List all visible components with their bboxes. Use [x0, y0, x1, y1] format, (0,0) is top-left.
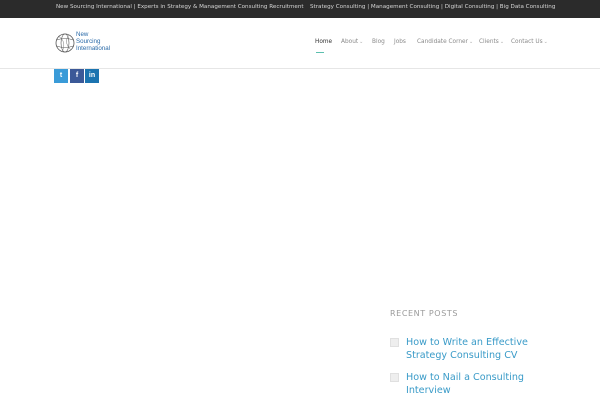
top-bar: New Sourcing International | Experts in … — [0, 0, 600, 18]
nav-item-candidate-corner[interactable]: Candidate Corner⌄ — [417, 39, 473, 45]
chevron-down-icon: ⌄ — [543, 39, 548, 45]
recent-posts-heading: RECENT POSTS — [390, 309, 459, 318]
chevron-down-icon: ⌄ — [499, 39, 505, 45]
main-nav: Home About⌄ Blog Jobs Candidate Corner⌄ … — [0, 39, 600, 51]
nav-item-clients-label: Clients — [479, 39, 499, 45]
topbar-tagline: New Sourcing International | Experts in … — [56, 4, 304, 10]
chevron-down-icon: ⌄ — [468, 39, 474, 45]
twitter-icon[interactable]: t — [54, 69, 68, 83]
nav-item-candidate-corner-label: Candidate Corner — [417, 39, 468, 45]
nav-item-home[interactable]: Home — [315, 39, 332, 45]
post-link[interactable]: How to Nail a Consulting Interview — [406, 371, 566, 397]
active-nav-indicator — [316, 52, 324, 53]
nav-item-clients[interactable]: Clients⌄ — [479, 39, 504, 45]
nav-item-jobs[interactable]: Jobs — [394, 39, 406, 45]
post-thumbnail[interactable] — [390, 373, 399, 382]
logo-line-1: New — [76, 31, 89, 38]
post-link[interactable]: How to Write an Effective Strategy Consu… — [406, 336, 566, 362]
nav-item-contact-us-label: Contact Us — [511, 39, 543, 45]
nav-item-about[interactable]: About⌄ — [341, 39, 363, 45]
site-header: New Sourcing International Home About⌄ B… — [0, 18, 600, 69]
facebook-icon[interactable]: f — [70, 69, 84, 83]
linkedin-icon[interactable]: in — [85, 69, 99, 83]
nav-item-about-label: About — [341, 39, 359, 45]
nav-item-blog[interactable]: Blog — [372, 39, 385, 45]
nav-item-home-label: Home — [315, 39, 333, 45]
nav-item-jobs-label: Jobs — [394, 39, 406, 45]
nav-item-blog-label: Blog — [372, 39, 385, 45]
chevron-down-icon: ⌄ — [359, 39, 364, 45]
topbar-services: Strategy Consulting | Management Consult… — [310, 4, 556, 10]
post-thumbnail[interactable] — [390, 338, 399, 347]
nav-item-contact-us[interactable]: Contact Us⌄ — [511, 39, 548, 45]
